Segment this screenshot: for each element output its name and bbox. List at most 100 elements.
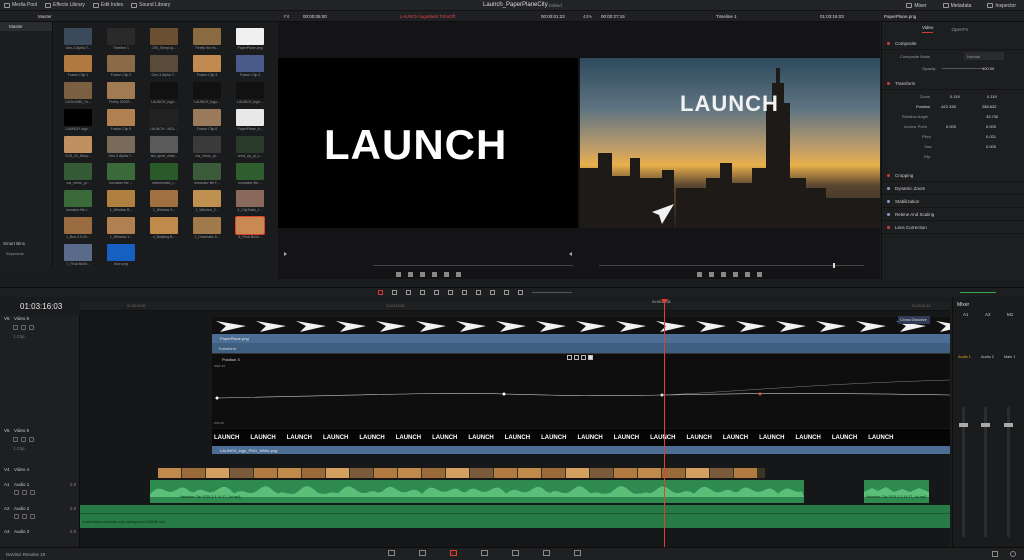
enable-dot[interactable]: [887, 213, 890, 216]
inspector-tab[interactable]: Inspector: [983, 0, 1020, 11]
loop-icon[interactable]: [757, 272, 762, 277]
clip-v6-label[interactable]: PaperPlane.png: [212, 334, 950, 343]
lock-icon[interactable]: [13, 437, 18, 442]
lock-icon[interactable]: [14, 514, 19, 519]
media-clip-thumbnail[interactable]: [193, 28, 221, 45]
smart-bin-keywords[interactable]: Keywords: [6, 251, 24, 256]
media-clip-thumbnail[interactable]: [107, 244, 135, 261]
settings-gear-icon[interactable]: [1010, 551, 1016, 557]
marker-icon[interactable]: [504, 290, 509, 295]
curve-ease-out-icon[interactable]: [581, 355, 586, 360]
lock-icon[interactable]: [14, 490, 19, 495]
deliver-page-icon[interactable]: [574, 550, 581, 556]
media-clip-thumbnail[interactable]: [150, 55, 178, 72]
source-scrubber[interactable]: [373, 265, 573, 266]
curve-ease-in-icon[interactable]: [574, 355, 579, 360]
track-v5-name[interactable]: Video 5: [14, 428, 29, 433]
media-clip-thumbnail[interactable]: [235, 216, 265, 235]
fader-knob-a1[interactable]: [959, 423, 968, 427]
track-a3-name[interactable]: Audio 3: [14, 529, 29, 534]
media-clip-thumbnail[interactable]: [107, 55, 135, 72]
media-clip-thumbnail[interactable]: [236, 190, 264, 207]
media-clip-thumbnail[interactable]: [193, 190, 221, 207]
section-lens-correction[interactable]: Lens Correction: [882, 222, 1024, 234]
media-page-icon[interactable]: [388, 550, 395, 556]
composite-mode-select[interactable]: Normal: [964, 52, 1004, 60]
track-v4-name[interactable]: Video 4: [14, 467, 29, 472]
rewind-icon[interactable]: [697, 272, 702, 277]
disable-track-icon[interactable]: [29, 325, 34, 330]
edit-page-icon[interactable]: [450, 550, 457, 556]
section-composite[interactable]: Composite: [882, 38, 1024, 50]
track-v6-name[interactable]: Video 6: [14, 316, 29, 321]
auto-select-icon[interactable]: [21, 325, 26, 330]
reverse-icon[interactable]: [709, 272, 714, 277]
volume-slider[interactable]: [960, 292, 996, 293]
media-clip-thumbnail[interactable]: [107, 82, 135, 99]
clip-v5-label[interactable]: LAUNCH_logo_PNG_White.png: [212, 446, 950, 454]
media-clip-thumbnail[interactable]: [150, 28, 178, 45]
media-clip-thumbnail[interactable]: [107, 28, 135, 45]
stop-icon[interactable]: [721, 272, 726, 277]
solo-button[interactable]: [22, 490, 27, 495]
zoom-level[interactable]: 43%: [583, 14, 592, 19]
sound-library-tab[interactable]: Sound Library: [127, 0, 174, 11]
mixer-tab[interactable]: Mixer: [902, 0, 930, 11]
play-icon[interactable]: [432, 272, 437, 277]
flag-icon[interactable]: [490, 290, 495, 295]
source-fit[interactable]: Fit: [284, 14, 289, 19]
media-clip-thumbnail[interactable]: [193, 82, 221, 99]
section-dynamic-zoom[interactable]: Dynamic Zoom: [882, 183, 1024, 195]
tab-openfx[interactable]: OpenFX: [951, 27, 968, 32]
loop-icon[interactable]: [456, 272, 461, 277]
enable-dot[interactable]: [887, 82, 890, 85]
effects-library-tab[interactable]: Effects Library: [41, 0, 89, 11]
media-clip-thumbnail[interactable]: [64, 109, 92, 126]
enable-dot[interactable]: [887, 226, 890, 229]
media-clip-thumbnail[interactable]: [236, 55, 264, 72]
transform-keyframe-lane[interactable]: Transform: [212, 343, 950, 353]
blade-tool-icon[interactable]: [406, 290, 411, 295]
media-clip-thumbnail[interactable]: [107, 217, 135, 234]
trim-tool-icon[interactable]: [392, 290, 397, 295]
reverse-icon[interactable]: [408, 272, 413, 277]
zoom-slider[interactable]: [532, 292, 572, 293]
link-icon[interactable]: [476, 290, 481, 295]
overwrite-icon[interactable]: [434, 290, 439, 295]
media-clip-thumbnail[interactable]: [107, 190, 135, 207]
position-curve-editor[interactable]: Position X max.xx min.xx: [212, 353, 950, 428]
timeline-scrubber[interactable]: [599, 265, 864, 266]
enable-dot[interactable]: [887, 200, 890, 203]
clip-a1[interactable]: Hamaker-Clip 2025-2-3 14:17_1st.mp3: [150, 480, 804, 503]
prev-clip-icon[interactable]: [284, 252, 288, 256]
opacity-value[interactable]: 100.00: [982, 66, 994, 71]
snap-icon[interactable]: [462, 290, 467, 295]
play-icon[interactable]: [733, 272, 738, 277]
clip-v5-thumbnails[interactable]: LAUNCH LAUNCH LAUNCH LAUNCH LAUNCH LAUNCH LAUN…: [212, 429, 950, 446]
solo-button[interactable]: [22, 514, 27, 519]
clip-a1-second[interactable]: Hamaker-Clip 2025-2-3 14:17_1st.mp3: [864, 480, 929, 503]
fader-knob-main[interactable]: [1004, 423, 1013, 427]
section-cropping[interactable]: Cropping: [882, 170, 1024, 182]
media-clip-thumbnail[interactable]: [107, 136, 135, 153]
media-clip-thumbnail[interactable]: [193, 163, 221, 180]
section-transform[interactable]: Transform: [882, 78, 1024, 90]
auto-select-icon[interactable]: [21, 437, 26, 442]
rewind-icon[interactable]: [396, 272, 401, 277]
metadata-tab[interactable]: Metadata: [939, 0, 976, 11]
media-clip-thumbnail[interactable]: [236, 28, 264, 45]
track-a2-name[interactable]: Audio 2: [14, 506, 29, 511]
media-clip-thumbnail[interactable]: [236, 109, 264, 126]
clip-v4-thumbnails[interactable]: [158, 468, 765, 478]
cut-page-icon[interactable]: [419, 550, 426, 556]
stop-icon[interactable]: [420, 272, 425, 277]
mute-button[interactable]: [30, 490, 35, 495]
clip-v6-thumbnails[interactable]: [212, 317, 950, 334]
media-clip-thumbnail[interactable]: [64, 55, 92, 72]
tab-video[interactable]: Video: [922, 25, 934, 33]
media-clip-thumbnail[interactable]: [193, 217, 221, 234]
playhead-marker[interactable]: [833, 263, 835, 268]
media-clip-thumbnail[interactable]: [236, 163, 264, 180]
media-clip-thumbnail[interactable]: [64, 28, 92, 45]
timeline-name[interactable]: Timeline 1: [716, 14, 737, 19]
